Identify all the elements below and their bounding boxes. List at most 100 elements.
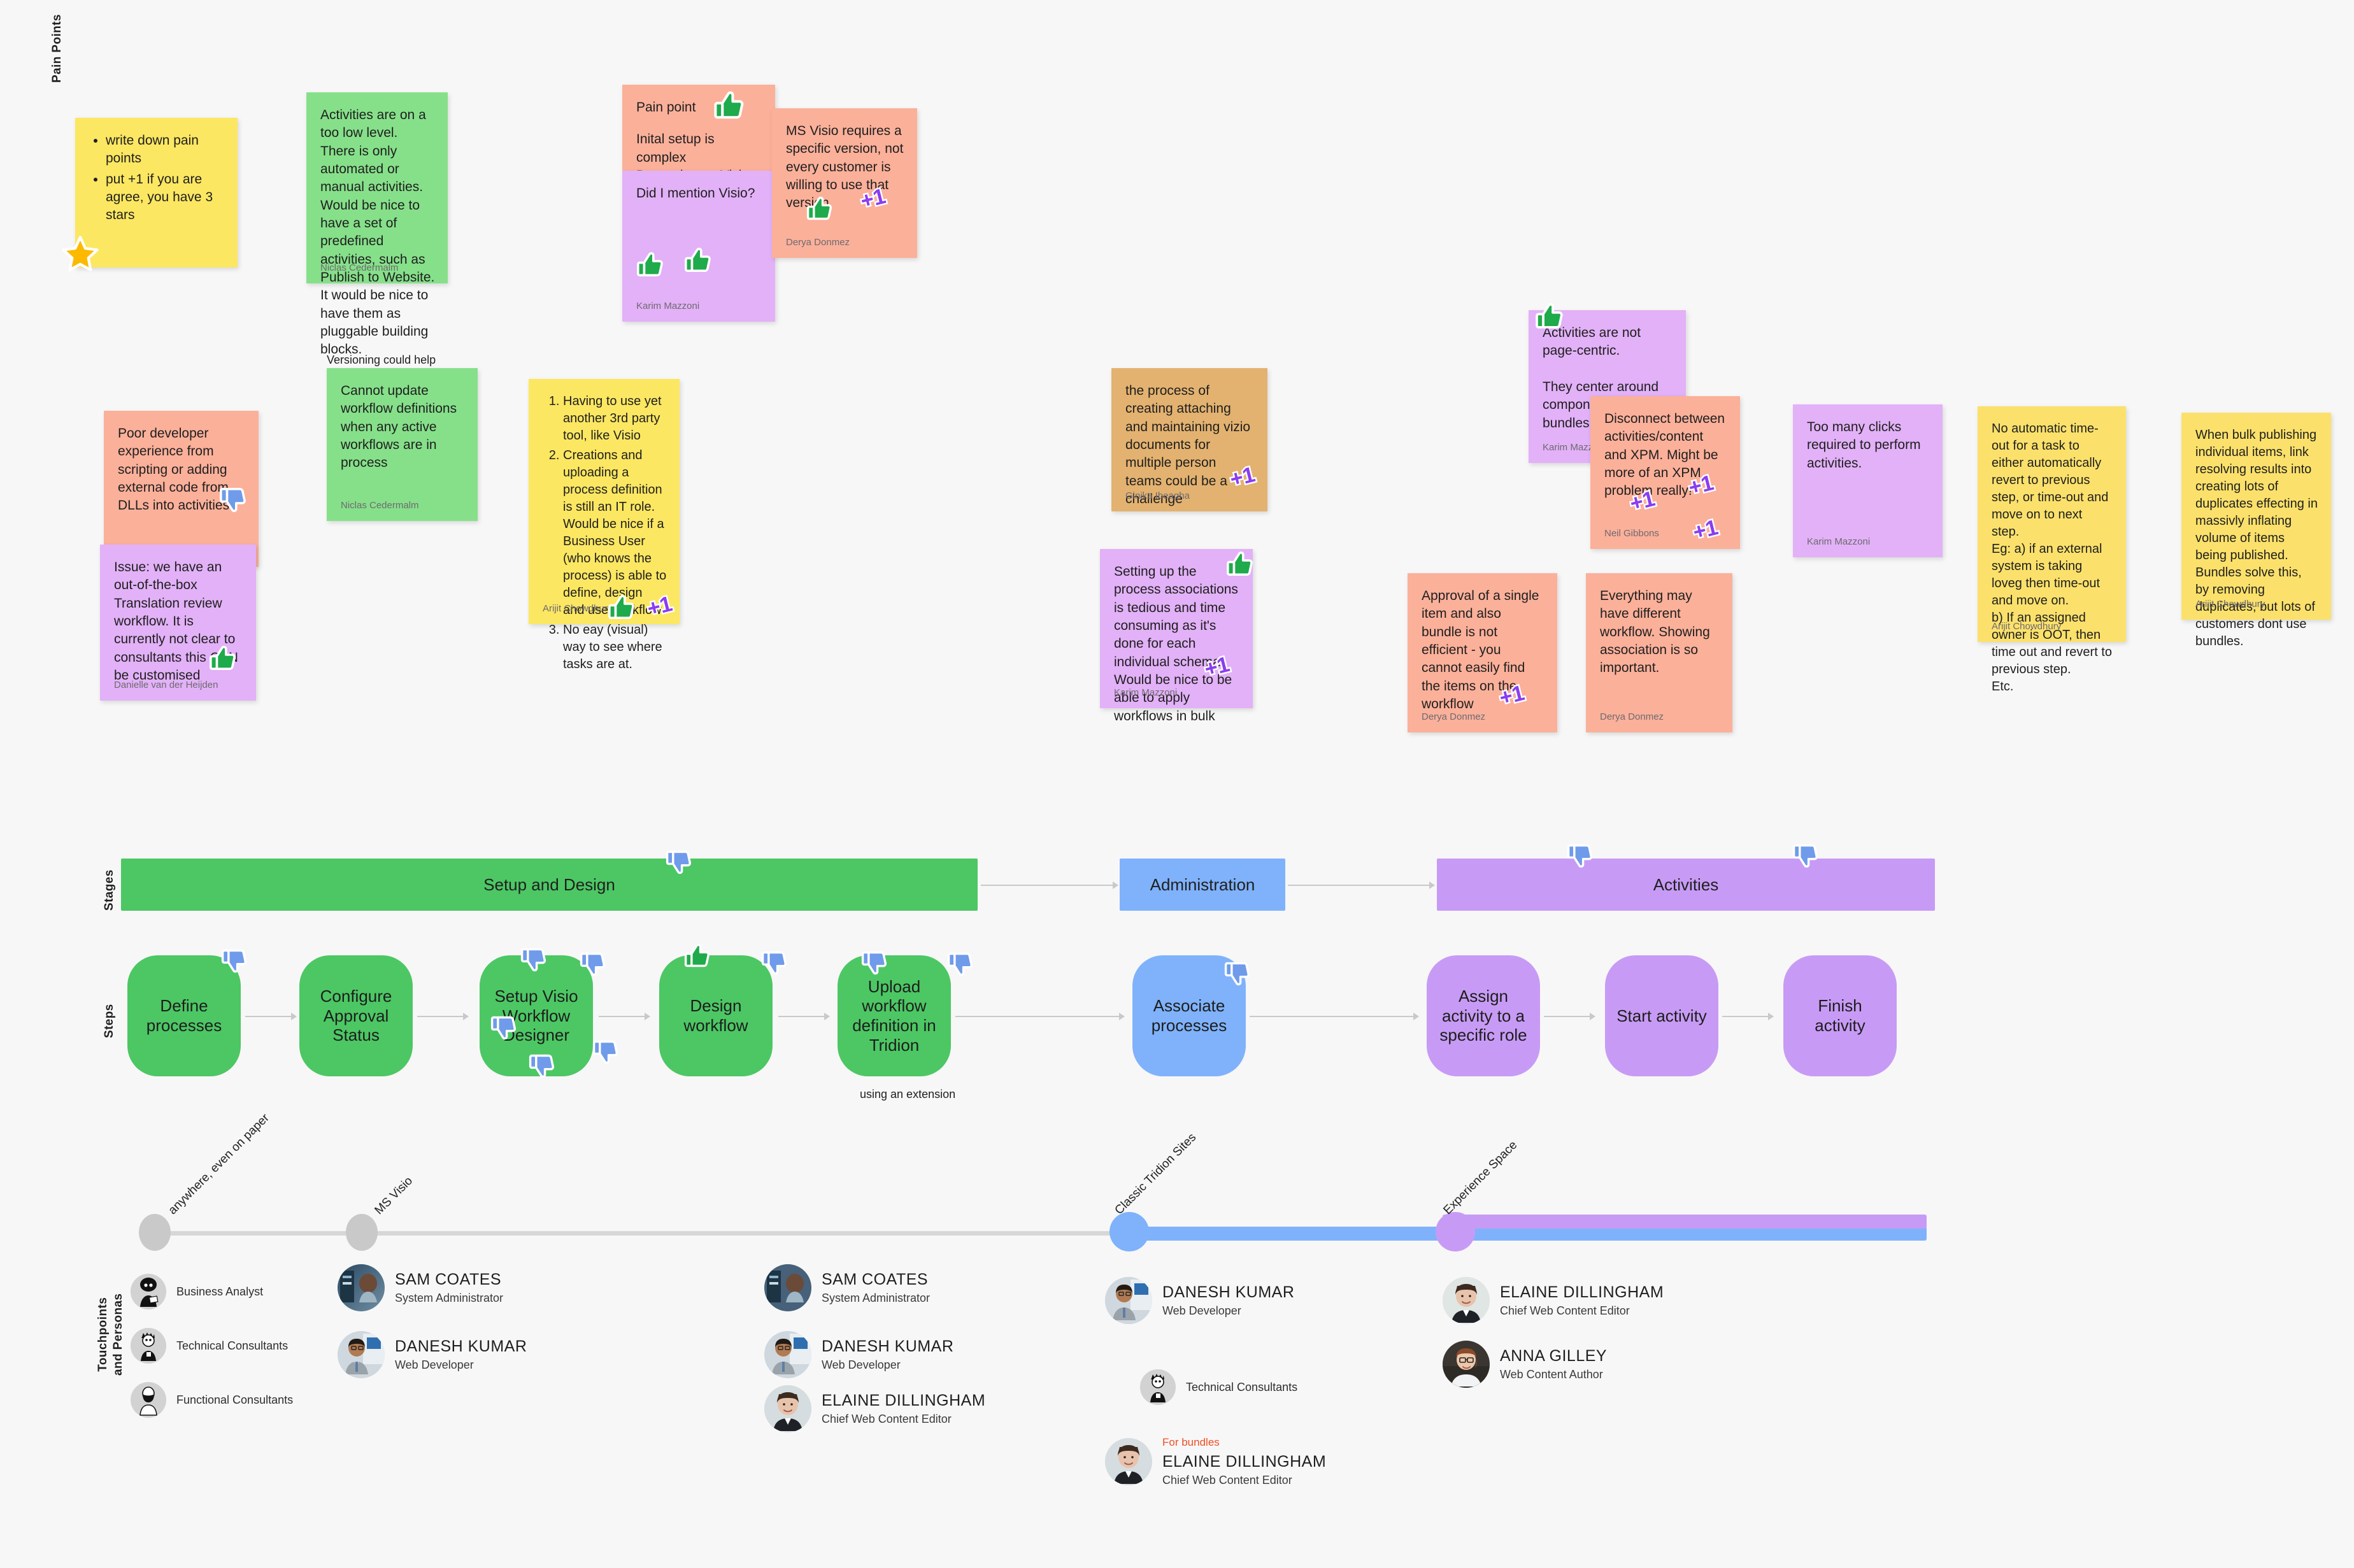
avatar — [764, 1264, 811, 1311]
persona-card-elaine-dillingham[interactable]: ELAINE DILLINGHAM Chief Web Content Edit… — [764, 1385, 985, 1432]
persona-legend-label: Functional Consultants — [176, 1393, 294, 1406]
step-node-finish-activity[interactable]: Finish activity — [1783, 955, 1897, 1076]
timeline-label-experience-space: Experience Space — [1441, 1138, 1520, 1218]
note-author: Karim Mazzoni — [1114, 687, 1178, 698]
persona-card-danesh-kumar[interactable]: DANESH KUMAR Web Developer — [1105, 1277, 1294, 1324]
stage-band-administration[interactable]: Administration — [1120, 859, 1285, 911]
step-label: Associate processes — [1151, 996, 1227, 1035]
sticky-note-ms-visio-version[interactable]: MS Visio requires a specific version, no… — [772, 108, 917, 258]
persona-role: System Administrator — [822, 1292, 931, 1304]
sticky-note-process-associations[interactable]: Setting up the process associations is t… — [1100, 549, 1253, 723]
note-author: Niclas Cedermalm — [341, 499, 419, 511]
note-body: Issue: we have an out-of-the-box Transla… — [114, 560, 242, 683]
persona-legend-business-analyst[interactable]: Business Analyst — [131, 1274, 263, 1309]
sticky-note-approval-single-item[interactable]: Approval of a single item and also bundl… — [1408, 573, 1557, 732]
sticky-note-did-i-mention-visio[interactable]: Did I mention Visio? Karim Mazzoni — [622, 171, 775, 322]
note-body: Disconnect between activities/content an… — [1604, 411, 1729, 499]
timeline-segment-experience-space — [1443, 1215, 1927, 1229]
persona-card-sam-coates[interactable]: SAM COATES System Administrator — [764, 1264, 930, 1311]
step-node-design-workflow[interactable]: Design workflow — [659, 955, 773, 1076]
stage-band-activities[interactable]: Activities — [1437, 859, 1935, 911]
persona-role: Web Developer — [1162, 1304, 1241, 1317]
timeline-marker-classic-tridion[interactable] — [1109, 1212, 1149, 1251]
persona-legend-label: Technical Consultants — [176, 1339, 289, 1352]
persona-card-danesh-kumar[interactable]: DANESH KUMAR Web Developer — [764, 1331, 953, 1378]
timeline-marker-experience-space[interactable] — [1436, 1212, 1475, 1251]
step-connector — [778, 1013, 830, 1020]
persona-name: SAM COATES — [822, 1271, 929, 1288]
sticky-note-cannot-update-workflow[interactable]: Cannot update workflow definitions when … — [327, 368, 478, 521]
timeline-track — [155, 1231, 1129, 1236]
note-author: Danielle van der Heijden — [114, 679, 218, 690]
note-title: Pain point — [636, 100, 696, 115]
timeline-marker-anywhere[interactable] — [139, 1214, 171, 1251]
note-author: Neil Gibbons — [1604, 527, 1659, 539]
sticky-note-translation-review[interactable]: Issue: we have an out-of-the-box Transla… — [100, 545, 256, 701]
journey-map-board: Pain Points Stages Steps Touchpoints and… — [0, 0, 2354, 1568]
note-author: Arijit Chowdhury — [543, 602, 613, 614]
step-node-configure-approval-status[interactable]: Configure Approval Status — [299, 955, 413, 1076]
note-list-item: Having to use yet another 3rd party tool… — [563, 393, 667, 445]
instruction-item: write down pain points — [106, 132, 225, 168]
step-label: Upload workflow definition in Tridion — [852, 976, 936, 1055]
sticky-note-third-party-tool[interactable]: Having to use yet another 3rd party tool… — [529, 379, 680, 671]
persona-card-danesh-kumar[interactable]: DANESH KUMAR Web Developer — [338, 1331, 527, 1378]
persona-legend-functional-consultants[interactable]: Functional Consultants — [131, 1382, 293, 1418]
step-node-start-activity[interactable]: Start activity — [1605, 955, 1718, 1076]
step-node-upload-workflow-definition[interactable]: Upload workflow definition in Tridion — [838, 955, 951, 1076]
persona-legend-technical-consultants[interactable]: Technical Consultants — [131, 1328, 288, 1364]
persona-card-elaine-dillingham[interactable]: ELAINE DILLINGHAM Chief Web Content Edit… — [1443, 1277, 1664, 1324]
note-body: Activities are on a too low level. There… — [320, 108, 439, 357]
stage-label: Activities — [1653, 874, 1719, 894]
persona-name: DANESH KUMAR — [822, 1337, 954, 1355]
persona-role: Chief Web Content Editor — [822, 1413, 952, 1425]
avatar — [764, 1331, 811, 1378]
note-author: Karim Mazzoni — [1807, 536, 1871, 547]
persona-spiky-icon — [131, 1328, 166, 1364]
sticky-note-everything-different-workflow[interactable]: Everything may have different workflow. … — [1586, 573, 1732, 732]
timeline-segment-classic-tridion — [1118, 1227, 1927, 1241]
timeline-marker-ms-visio[interactable] — [346, 1214, 378, 1251]
stage-label: Setup and Design — [483, 874, 615, 894]
sticky-note-activities-low-level[interactable]: Activities are on a too low level. There… — [306, 92, 448, 357]
persona-card-sam-coates[interactable]: SAM COATES System Administrator — [338, 1264, 503, 1311]
timeline-label-anywhere: anywhere, even on paper — [166, 1111, 272, 1218]
persona-legend-label: Business Analyst — [176, 1285, 264, 1298]
persona-card-elaine-dillingham-bundles[interactable]: For bundles ELAINE DILLINGHAM Chief Web … — [1105, 1436, 1326, 1487]
sticky-note-vizio-documents[interactable]: the process of creating attaching and ma… — [1111, 368, 1267, 511]
note-body: No automatic time-out for a task to eith… — [1992, 422, 2112, 694]
sticky-note-bulk-publishing[interactable]: When bulk publishing individual items, l… — [2181, 413, 2331, 648]
persona-name: ANNA GILLEY — [1500, 1347, 1608, 1365]
sticky-note-pain-point-setup[interactable]: Pain point Inital setup is complex Depen… — [622, 85, 775, 183]
sticky-note-no-automatic-timeout[interactable]: No automatic time-out for a task to eith… — [1978, 406, 2126, 694]
avatar — [338, 1331, 385, 1378]
note-body: Too many clicks required to perform acti… — [1807, 420, 1925, 471]
step-label: Setup Visio Workflow Designer — [494, 986, 578, 1045]
step-node-assign-activity-to-role[interactable]: Assign activity to a specific role — [1427, 955, 1540, 1076]
stage-connector — [1288, 881, 1435, 889]
note-body: MS Visio requires a specific version, no… — [786, 124, 908, 211]
instructions-list: write down pain points put +1 if you are… — [89, 132, 225, 225]
lane-label-stages: Stages — [103, 869, 116, 911]
step-node-setup-visio-workflow-designer[interactable]: Setup Visio Workflow Designer — [480, 955, 593, 1076]
avatar — [1443, 1277, 1490, 1324]
note-author: Derya Donmez — [786, 236, 850, 248]
lane-label-steps: Steps — [103, 1004, 116, 1038]
step-node-associate-processes[interactable]: Associate processes — [1132, 955, 1246, 1076]
step-connector — [1722, 1013, 1774, 1020]
persona-card-anna-gilley[interactable]: ANNA GILLEY Web Content Author — [1443, 1341, 1607, 1388]
sticky-note-too-many-clicks[interactable]: Too many clicks required to perform acti… — [1793, 404, 1943, 557]
persona-legend-label: Technical Consultants — [1186, 1380, 1298, 1393]
persona-role: Web Developer — [395, 1358, 474, 1371]
sticky-note-poor-developer-experience[interactable]: Poor developer experience from scripting… — [104, 411, 259, 567]
note-body: Cannot update workflow definitions when … — [341, 383, 460, 471]
persona-name: DANESH KUMAR — [1162, 1283, 1295, 1301]
step-connector — [417, 1013, 469, 1020]
step-caption-using-an-extension: using an extension — [860, 1088, 956, 1101]
sticky-note-disconnect-xpm[interactable]: Disconnect between activities/content an… — [1590, 396, 1740, 549]
persona-legend-technical-consultants[interactable]: Technical Consultants — [1140, 1369, 1297, 1405]
stage-band-setup-and-design[interactable]: Setup and Design — [121, 859, 978, 911]
step-node-define-processes[interactable]: Define processes — [127, 955, 241, 1076]
sticky-note-instructions[interactable]: write down pain points put +1 if you are… — [75, 118, 238, 267]
timeline-label-classic-tridion: Classic Tridion Sites — [1112, 1130, 1199, 1218]
